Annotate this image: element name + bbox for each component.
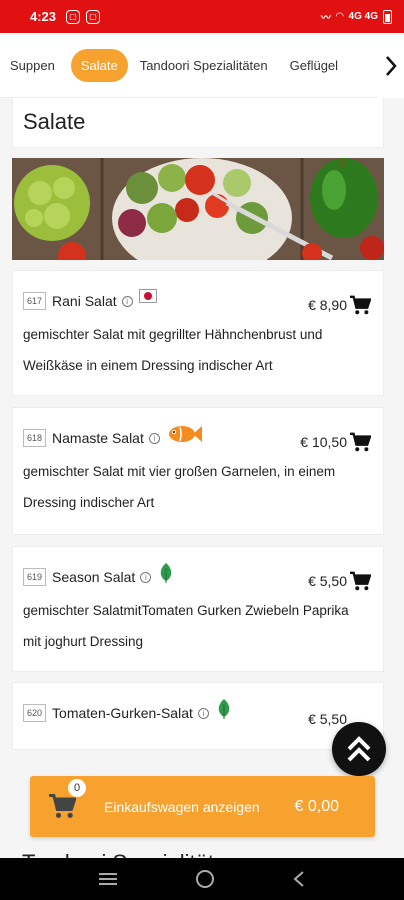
section-header: Salate bbox=[12, 98, 384, 148]
item-number: 620 bbox=[23, 704, 47, 722]
scroll-to-top-button[interactable] bbox=[332, 722, 386, 776]
add-to-cart-icon[interactable] bbox=[349, 571, 371, 591]
chevron-right-icon bbox=[386, 55, 397, 76]
cart-label: Einkaufswagen anzeigen bbox=[104, 798, 260, 815]
item-number: 617 bbox=[23, 292, 47, 310]
item-number: 618 bbox=[23, 429, 47, 447]
wifi-icon: ◠ bbox=[335, 11, 344, 22]
item-name: Rani Salat bbox=[52, 293, 117, 309]
tab-tandoori[interactable]: Tandoori Spezialitäten bbox=[130, 49, 278, 82]
cart-total: € 0,00 bbox=[294, 797, 339, 815]
tab-suppen[interactable]: Suppen bbox=[0, 49, 65, 82]
view-cart-button[interactable]: 0 Einkaufswagen anzeigen € 0,00 bbox=[30, 776, 375, 837]
status-bar: 4:23 ▢ ▢ 〰 ◠ 4G 4G bbox=[0, 0, 404, 33]
add-to-cart-icon[interactable] bbox=[349, 295, 371, 315]
tab-gefluegel[interactable]: Geflügel bbox=[280, 49, 348, 82]
item-description: gemischter Salat mit vier großen Garnele… bbox=[23, 464, 336, 510]
back-icon[interactable] bbox=[292, 870, 306, 888]
japan-flag-icon bbox=[138, 289, 157, 303]
cart-icon-wrap: 0 bbox=[48, 778, 86, 821]
menu-item-card[interactable]: 618 Namaste Salat i € 10,50 gemischter S… bbox=[12, 407, 384, 535]
shopping-cart-icon bbox=[49, 793, 77, 818]
sim2-icon: ▢ bbox=[86, 9, 101, 24]
menu-item-head: 618 Namaste Salat i € 10,50 bbox=[23, 426, 383, 452]
info-icon[interactable]: i bbox=[140, 571, 152, 583]
recent-apps-icon[interactable] bbox=[98, 871, 118, 887]
item-name: Namaste Salat bbox=[52, 430, 144, 446]
status-time: 4:23 bbox=[30, 9, 57, 24]
info-icon[interactable]: i bbox=[121, 295, 133, 307]
info-icon[interactable]: i bbox=[148, 432, 160, 444]
category-tabs: Suppen Salate Tandoori Spezialitäten Gef… bbox=[0, 33, 404, 98]
item-number: 619 bbox=[23, 568, 47, 586]
double-chevron-up-icon bbox=[347, 736, 371, 762]
battery-icon bbox=[383, 9, 392, 24]
system-nav-bar bbox=[0, 858, 404, 900]
item-name: Tomaten-Gurken-Salat bbox=[52, 705, 193, 721]
cart-count-badge: 0 bbox=[68, 778, 86, 797]
add-to-cart-icon[interactable] bbox=[349, 432, 371, 452]
item-description: gemischter Salat mit gegrillter Hähnchen… bbox=[23, 327, 323, 373]
sim-icon: ▢ bbox=[66, 9, 81, 24]
info-icon[interactable]: i bbox=[197, 707, 209, 719]
leaf-icon bbox=[161, 563, 172, 583]
vowifi-icon: 〰 bbox=[320, 13, 331, 24]
item-price: € 10,50 bbox=[300, 434, 347, 450]
leaf-icon bbox=[218, 699, 230, 719]
menu-item-head: 620 Tomaten-Gurken-Salat i € 5,50 bbox=[23, 699, 383, 727]
menu-item-card[interactable]: 617 Rani Salat i € 8,90 gemischter Salat… bbox=[12, 270, 384, 396]
menu-item-head: 619 Season Salat i € 5,50 bbox=[23, 563, 383, 591]
item-price: € 8,90 bbox=[308, 297, 347, 313]
menu-item-card[interactable]: 620 Tomaten-Gurken-Salat i € 5,50 bbox=[12, 682, 384, 750]
menu-item-card[interactable]: 619 Season Salat i € 5,50 gemischter Sal… bbox=[12, 546, 384, 672]
item-price: € 5,50 bbox=[308, 711, 347, 727]
salad-banner-image bbox=[12, 158, 384, 260]
status-right: 〰 ◠ 4G 4G bbox=[321, 9, 392, 24]
item-price: € 5,50 bbox=[308, 573, 347, 589]
item-description: gemischter SalatmitTomaten Gurken Zwiebe… bbox=[23, 603, 349, 649]
section-title: Salate bbox=[23, 108, 86, 134]
tab-salate[interactable]: Salate bbox=[70, 48, 128, 82]
item-name: Season Salat bbox=[52, 569, 136, 585]
home-icon[interactable] bbox=[195, 869, 215, 889]
fish-icon bbox=[168, 426, 202, 442]
signal-label: 4G 4G bbox=[348, 11, 378, 22]
tabs-next-button[interactable] bbox=[378, 33, 404, 98]
menu-item-head: 617 Rani Salat i € 8,90 bbox=[23, 289, 383, 315]
